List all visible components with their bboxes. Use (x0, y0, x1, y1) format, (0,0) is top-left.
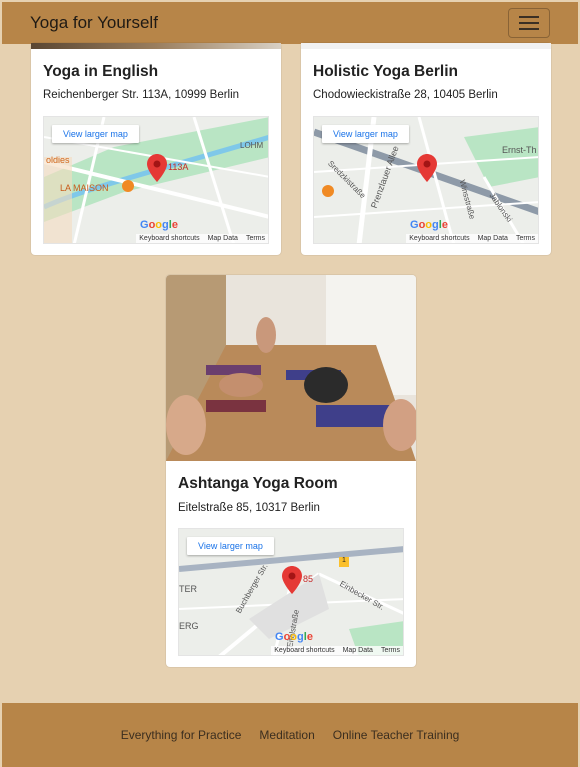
card-title: Ashtanga Yoga Room (178, 475, 338, 492)
map-label: TER (179, 584, 197, 594)
google-logo: Google (140, 219, 178, 231)
map-embed[interactable]: Sredzkistraße Prenzlauer Allee Winsstraß… (313, 116, 539, 244)
map-footer: Keyboard shortcuts Map Data Terms (271, 646, 403, 655)
brand-title[interactable]: Yoga for Yourself (30, 13, 158, 33)
map-pin-icon[interactable] (147, 154, 167, 182)
map-label: Ernst-Th (502, 145, 537, 155)
card-address: Chodowieckistraße 28, 10405 Berlin (313, 89, 498, 101)
card-title: Holistic Yoga Berlin (313, 63, 458, 80)
map-label: oldies (46, 155, 70, 165)
menu-toggle-button[interactable] (508, 8, 550, 38)
terms-link[interactable]: Terms (246, 235, 265, 242)
card-address: Reichenberger Str. 113A, 10999 Berlin (43, 89, 240, 101)
terms-link[interactable]: Terms (516, 235, 535, 242)
studio-card: Yoga in English Reichenberger Str. 113A,… (31, 43, 281, 255)
transit-icon[interactable]: 1 (339, 557, 349, 567)
map-embed[interactable]: Buchberger Str. Einbecker Str. TER ERG E… (178, 528, 404, 656)
studio-card: Ashtanga Yoga Room Eitelstraße 85, 10317… (166, 275, 416, 667)
google-logo: Google (410, 219, 448, 231)
card-address: Eitelstraße 85, 10317 Berlin (178, 502, 320, 514)
map-data-link[interactable]: Map Data (478, 235, 508, 242)
map-pin-icon[interactable] (417, 154, 437, 182)
footer-link-practice[interactable]: Everything for Practice (121, 728, 242, 742)
cafe-icon[interactable] (122, 180, 134, 192)
map-label: ERG (179, 621, 199, 631)
card-title: Yoga in English (43, 63, 159, 80)
view-larger-map-link[interactable]: View larger map (52, 125, 139, 143)
map-embed[interactable]: LOHM oldies LA MAISON 113A View larger m… (43, 116, 269, 244)
map-data-link[interactable]: Map Data (208, 235, 238, 242)
keyboard-shortcuts-link[interactable]: Keyboard shortcuts (274, 647, 334, 654)
map-footer: Keyboard shortcuts Map Data Terms (136, 234, 268, 243)
hamburger-icon (519, 16, 539, 18)
terms-link[interactable]: Terms (381, 647, 400, 654)
navbar: Yoga for Yourself (2, 2, 578, 44)
map-pin-icon[interactable] (282, 566, 302, 594)
footer-link-meditation[interactable]: Meditation (259, 728, 314, 742)
view-larger-map-link[interactable]: View larger map (187, 537, 274, 555)
google-logo: Google (275, 631, 313, 643)
keyboard-shortcuts-link[interactable]: Keyboard shortcuts (409, 235, 469, 242)
map-data-link[interactable]: Map Data (343, 647, 373, 654)
studio-card: Holistic Yoga Berlin Chodowieckistraße 2… (301, 43, 551, 255)
footer-link-teacher-training[interactable]: Online Teacher Training (333, 728, 460, 742)
pin-label: 85 (303, 574, 314, 584)
map-footer: Keyboard shortcuts Map Data Terms (406, 234, 538, 243)
view-larger-map-link[interactable]: View larger map (322, 125, 409, 143)
map-label: LOHM (240, 141, 264, 150)
studio-photo (166, 275, 416, 461)
card-image-edge (31, 43, 281, 49)
card-image-edge (301, 43, 551, 49)
keyboard-shortcuts-link[interactable]: Keyboard shortcuts (139, 235, 199, 242)
map-label: LA MAISON (60, 183, 109, 193)
restaurant-icon[interactable] (322, 185, 334, 197)
footer: Everything for Practice Meditation Onlin… (2, 703, 578, 767)
pin-label: 113A (168, 162, 189, 172)
